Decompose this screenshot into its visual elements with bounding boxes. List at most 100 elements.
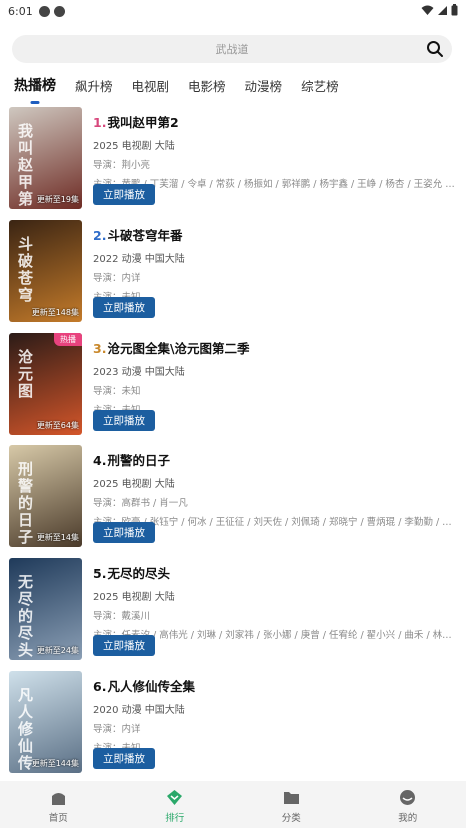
poster-image[interactable]: 刑警的日子 更新至14集 xyxy=(9,445,82,547)
item-director: 导演：戴溪川 xyxy=(93,611,151,622)
tab-hot[interactable]: 热播榜 xyxy=(14,75,56,104)
status-indicators xyxy=(421,4,458,16)
ranking-tabs: 热播榜 飙升榜 电视剧 电影榜 动漫榜 综艺榜 xyxy=(0,70,466,104)
item-meta: 2020 动漫 中国大陆 xyxy=(93,705,185,716)
list-item[interactable]: 凡人修仙传 更新至144集 6.凡人修仙传全集 2020 动漫 中国大陆 导演：… xyxy=(0,668,466,774)
nav-ranking[interactable]: 排行 xyxy=(117,781,234,828)
list-item[interactable]: 我叫赵甲第 更新至19集 1.我叫赵甲第2 2025 电视剧 大陆 导演：荆小亮… xyxy=(0,104,466,210)
status-bar: 6:01 xyxy=(0,0,466,22)
play-now-button[interactable]: 立即播放 xyxy=(93,522,155,543)
poster-image[interactable]: 凡人修仙传 更新至144集 xyxy=(9,671,82,773)
item-director: 导演：内详 xyxy=(93,273,141,284)
rank-number: 1. xyxy=(93,115,107,130)
item-info: 5.无尽的尽头 2025 电视剧 大陆 导演：戴溪川 主演：任素汐 / 高伟光 … xyxy=(93,563,459,641)
poster-image[interactable]: 我叫赵甲第 更新至19集 xyxy=(9,107,82,209)
rank-number: 4. xyxy=(93,453,107,468)
nav-label: 分类 xyxy=(281,813,301,824)
nav-label: 我的 xyxy=(398,813,418,824)
tab-movies[interactable]: 电影榜 xyxy=(188,76,226,95)
title-text: 沧元图全集\沧元图第二季 xyxy=(107,341,250,356)
play-now-button[interactable]: 立即播放 xyxy=(93,410,155,431)
episode-badge: 更新至64集 xyxy=(36,421,79,430)
poster-image[interactable]: 斗破苍穹 更新至148集 xyxy=(9,220,82,322)
tab-label: 电影榜 xyxy=(188,78,226,94)
rank-number: 3. xyxy=(93,341,107,356)
play-now-button[interactable]: 立即播放 xyxy=(93,635,155,656)
list-item[interactable]: 沧元图 热播 更新至64集 3.沧元图全集\沧元图第二季 2023 动漫 中国大… xyxy=(0,330,466,436)
poster-title: 无尽的尽头 xyxy=(16,574,34,659)
title-text: 斗破苍穹年番 xyxy=(107,228,183,243)
item-director: 导演：未知 xyxy=(93,386,141,397)
wifi-icon xyxy=(421,5,434,15)
tab-label: 动漫榜 xyxy=(244,78,283,94)
episode-badge: 更新至24集 xyxy=(36,646,79,655)
item-meta: 2025 电视剧 大陆 xyxy=(93,592,175,603)
item-title[interactable]: 3.沧元图全集\沧元图第二季 xyxy=(93,338,459,357)
play-now-button[interactable]: 立即播放 xyxy=(93,748,155,769)
title-text: 无尽的尽头 xyxy=(107,566,170,581)
search-icon[interactable] xyxy=(426,40,444,58)
tab-label: 热播榜 xyxy=(14,78,56,94)
episode-badge: 更新至148集 xyxy=(31,308,79,317)
poster-title: 我叫赵甲第 xyxy=(16,123,34,208)
status-time: 6:01 xyxy=(8,4,33,18)
nav-category[interactable]: 分类 xyxy=(233,781,350,828)
item-director: 导演：荆小亮 xyxy=(93,160,151,171)
item-title[interactable]: 4.刑警的日子 xyxy=(93,450,459,469)
item-title[interactable]: 6.凡人修仙传全集 xyxy=(93,676,459,695)
tab-rising[interactable]: 飙升榜 xyxy=(75,76,113,95)
tab-anime[interactable]: 动漫榜 xyxy=(245,76,283,95)
ranking-icon xyxy=(167,790,183,805)
search-placeholder: 武战道 xyxy=(215,43,249,56)
profile-icon xyxy=(400,790,416,805)
item-title[interactable]: 2.斗破苍穹年番 xyxy=(93,225,459,244)
battery-icon xyxy=(451,4,458,16)
item-info: 4.刑警的日子 2025 电视剧 大陆 导演：高群书 / 肖一凡 主演：欧豪 /… xyxy=(93,450,459,528)
title-text: 我叫赵甲第2 xyxy=(107,115,179,130)
search-input[interactable]: 武战道 xyxy=(12,35,452,63)
item-info: 2.斗破苍穹年番 2022 动漫 中国大陆 导演：内详 主演：未知 xyxy=(93,225,459,303)
tab-variety[interactable]: 综艺榜 xyxy=(301,76,339,95)
tab-label: 电视剧 xyxy=(131,78,170,94)
rank-number: 5. xyxy=(93,566,107,581)
poster-image[interactable]: 沧元图 热播 更新至64集 xyxy=(9,333,82,435)
poster-title: 沧元图 xyxy=(16,349,34,400)
rank-number: 2. xyxy=(93,228,107,243)
list-item[interactable]: 无尽的尽头 更新至24集 5.无尽的尽头 2025 电视剧 大陆 导演：戴溪川 … xyxy=(0,555,466,661)
tab-label: 飙升榜 xyxy=(75,78,113,94)
nav-profile[interactable]: 我的 xyxy=(350,781,466,828)
item-meta: 2025 电视剧 大陆 xyxy=(93,479,175,490)
home-icon xyxy=(51,793,65,805)
item-director: 导演：高群书 / 肖一凡 xyxy=(93,498,188,509)
rank-number: 6. xyxy=(93,679,107,694)
episode-badge: 更新至144集 xyxy=(31,759,79,768)
hot-badge: 热播 xyxy=(54,333,82,346)
bottom-nav: 首页 排行 分类 我的 xyxy=(0,781,466,828)
title-text: 刑警的日子 xyxy=(107,453,170,468)
item-title[interactable]: 5.无尽的尽头 xyxy=(93,563,459,582)
play-now-button[interactable]: 立即播放 xyxy=(93,297,155,318)
episode-badge: 更新至19集 xyxy=(36,195,79,204)
telegram-icon xyxy=(38,5,50,17)
nav-label: 排行 xyxy=(165,813,185,824)
item-info: 1.我叫赵甲第2 2025 电视剧 大陆 导演：荆小亮 主演：黄鹏 / 丁芙溜 … xyxy=(93,112,459,190)
episode-badge: 更新至14集 xyxy=(36,533,79,542)
item-info: 3.沧元图全集\沧元图第二季 2023 动漫 中国大陆 导演：未知 主演：未知 xyxy=(93,338,459,416)
item-meta: 2023 动漫 中国大陆 xyxy=(93,367,185,378)
nav-home[interactable]: 首页 xyxy=(0,781,117,828)
nav-label: 首页 xyxy=(48,813,68,824)
list-item[interactable]: 斗破苍穹 更新至148集 2.斗破苍穹年番 2022 动漫 中国大陆 导演：内详… xyxy=(0,217,466,323)
play-now-button[interactable]: 立即播放 xyxy=(93,184,155,205)
signal-icon xyxy=(438,5,447,15)
list-item[interactable]: 刑警的日子 更新至14集 4.刑警的日子 2025 电视剧 大陆 导演：高群书 … xyxy=(0,442,466,548)
title-text: 凡人修仙传全集 xyxy=(107,679,195,694)
poster-title: 斗破苍穹 xyxy=(16,236,34,304)
tab-label: 综艺榜 xyxy=(301,78,339,94)
poster-title: 刑警的日子 xyxy=(16,461,34,546)
folder-icon xyxy=(283,792,299,804)
item-title[interactable]: 1.我叫赵甲第2 xyxy=(93,112,459,131)
poster-image[interactable]: 无尽的尽头 更新至24集 xyxy=(9,558,82,660)
tab-tv-series[interactable]: 电视剧 xyxy=(132,76,170,95)
item-info: 6.凡人修仙传全集 2020 动漫 中国大陆 导演：内详 主演：未知 xyxy=(93,676,459,754)
telegram-icon xyxy=(53,5,65,17)
